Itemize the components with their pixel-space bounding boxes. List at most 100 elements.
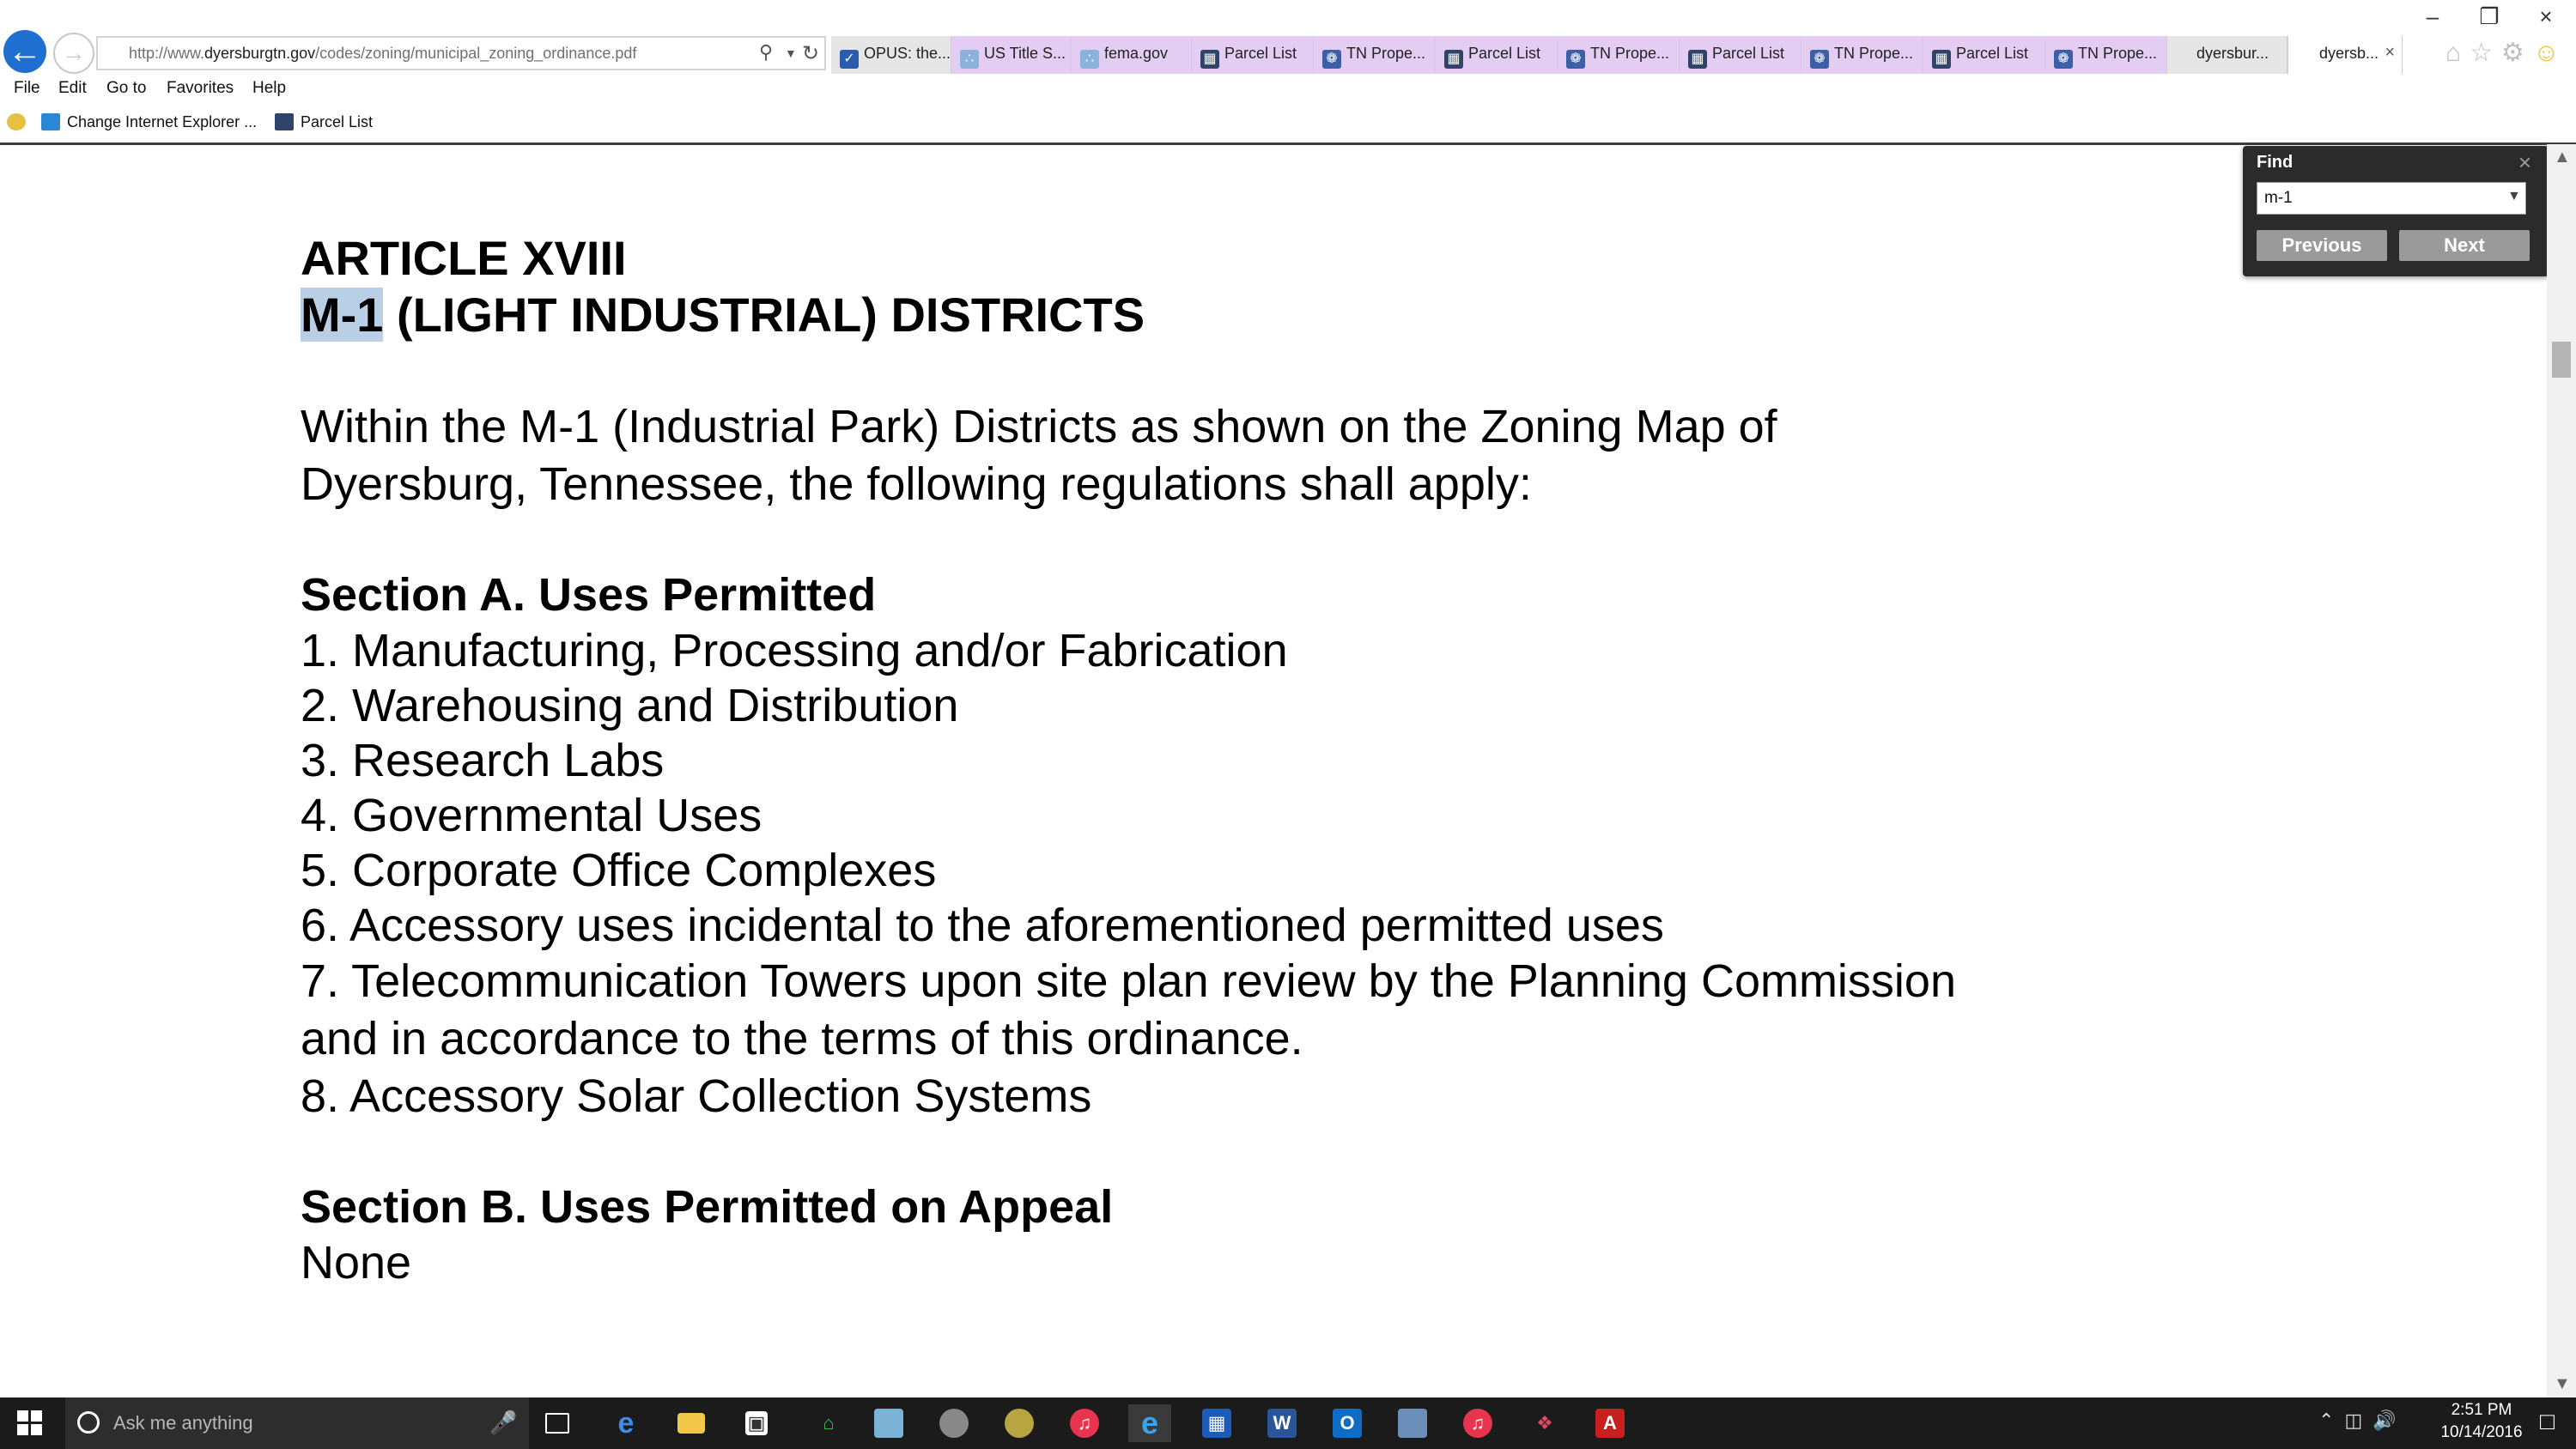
tab-label: Parcel List [1468,45,1541,62]
intro-line-2: Dyersburg, Tennessee, the following regu… [301,458,1532,510]
tab-label: US Title S... [984,45,1066,62]
find-panel: Find × ▼ Previous Next [2243,146,2549,276]
tab-parcel-list-4[interactable]: ▦ Parcel List [1923,36,2045,74]
menu-edit[interactable]: Edit [58,79,87,98]
globe-icon: ❁ [2054,50,2073,69]
star-icon[interactable]: ☆ [2470,39,2501,67]
restore-icon[interactable]: ❐ [2461,3,2518,30]
list-item: 8. Accessory Solar Collection Systems [301,1070,1092,1122]
word-icon[interactable]: W [1261,1404,1303,1442]
next-button[interactable]: Next [2399,230,2530,261]
district-heading: M-1 (LIGHT INDUSTRIAL) DISTRICTS [301,287,2533,343]
gear-icon[interactable]: ⚙ [2501,39,2533,67]
close-icon[interactable]: × [2518,149,2531,176]
tab-tn-property-2[interactable]: ❁ TN Prope... [1558,36,1680,74]
favorites-star-icon[interactable] [7,113,33,131]
window-close-icon[interactable]: × [2518,3,2574,30]
tab-tn-property-4[interactable]: ❁ TN Prope... [2045,36,2167,74]
vertical-scrollbar[interactable]: ▲ ▼ [2547,144,2576,1397]
tab-label: TN Prope... [2078,45,2158,62]
tab-dyersburg-active[interactable]: dyersb... × [2287,36,2403,74]
volume-icon[interactable]: 🔊 [2372,1410,2406,1431]
acrobat-icon[interactable]: A [1589,1404,1631,1442]
tab-label: Parcel List [1956,45,2029,62]
toolbar-icons: ⌂☆⚙☺ [2445,38,2568,68]
ribbon-app-icon[interactable]: ❖ [1523,1404,1566,1442]
tab-tn-property-1[interactable]: ❁ TN Prope... [1314,36,1436,74]
tab-us-title[interactable]: ∴ US Title S... [951,36,1072,74]
close-icon[interactable]: × [2385,43,2395,63]
notifications-icon[interactable]: □ [2540,1408,2555,1435]
world-app-icon[interactable] [998,1404,1041,1442]
microphone-icon[interactable]: 🎤 [489,1410,517,1436]
section-a-heading: Section A. Uses Permitted [301,569,877,621]
task-view-icon[interactable] [536,1404,579,1442]
district-heading-rest: (LIGHT INDUSTRIAL) DISTRICTS [383,288,1145,342]
smiley-icon[interactable]: ☺ [2533,39,2568,67]
tab-dyersburg-1[interactable]: dyersbur... [2167,36,2287,74]
window-app-icon[interactable] [1391,1404,1434,1442]
address-bar[interactable]: http://www.dyersburgtn.gov/codes/zoning/… [96,36,826,70]
network-icon[interactable]: ◫ [2344,1410,2372,1431]
tab-parcel-list-1[interactable]: ▦ Parcel List [1192,36,1314,74]
calculator-icon[interactable]: ▦ [1195,1404,1238,1442]
file-explorer-icon[interactable] [670,1404,713,1442]
previous-button[interactable]: Previous [2257,230,2387,261]
url-text[interactable]: http://www.dyersburgtn.gov/codes/zoning/… [129,45,636,63]
edge-icon[interactable]: e [605,1404,647,1442]
globe-icon: ❁ [1322,50,1341,69]
list-item: 4. Governmental Uses [301,790,762,841]
windows-start-icon[interactable] [17,1410,43,1436]
music-app-icon[interactable]: ♫ [1063,1404,1106,1442]
grid-icon: ▦ [1932,50,1951,69]
map-app-icon[interactable] [867,1404,910,1442]
tab-opus[interactable]: ✓ OPUS: the... [831,36,951,74]
clock-date[interactable]: 10/14/2016 [2430,1423,2533,1442]
chevron-down-icon[interactable]: ▼ [2507,189,2521,204]
find-input[interactable] [2257,182,2526,215]
favorite-parcel-list[interactable]: Parcel List [275,113,373,131]
favorite-change-ie[interactable]: Change Internet Explorer ... [41,113,257,131]
itunes-icon[interactable]: ♫ [1456,1404,1499,1442]
internet-explorer-icon[interactable]: e [1128,1404,1171,1442]
cortana-search-box[interactable]: Ask me anything 🎤 [65,1397,529,1449]
menu-file[interactable]: File [14,79,40,98]
menu-bar: File Edit Go to Favorites Help [0,74,2576,106]
chevron-down-icon[interactable]: ▼ [785,46,797,60]
tab-label: dyersbur... [2196,45,2269,62]
menu-favorites[interactable]: Favorites [167,79,234,98]
minimize-icon[interactable]: – [2404,3,2461,30]
grid-icon: ▦ [1444,50,1463,69]
home-icon[interactable]: ⌂ [2445,39,2470,67]
tab-parcel-list-3[interactable]: ▦ Parcel List [1680,36,1801,74]
outlook-icon[interactable]: O [1326,1404,1369,1442]
windows-icon [41,113,60,130]
tab-label: OPUS: the... [864,45,951,62]
app-icon[interactable]: ⌂ [807,1404,850,1442]
menu-help[interactable]: Help [252,79,286,98]
chevron-up-icon[interactable]: ⌃ [2318,1410,2344,1431]
back-button[interactable]: ← [3,30,46,73]
shield-icon: ✓ [840,50,859,69]
tab-parcel-list-2[interactable]: ▦ Parcel List [1436,36,1558,74]
tab-fema[interactable]: ∴ fema.gov [1072,36,1192,74]
url-domain: dyersburgtn.gov [204,45,316,62]
scroll-up-icon[interactable]: ▲ [2554,148,2571,167]
tab-label: dyersb... [2319,45,2379,62]
store-icon[interactable]: ▣ [735,1404,778,1442]
list-item: 3. Research Labs [301,735,665,786]
favorite-label: Parcel List [301,113,374,130]
tab-label: fema.gov [1104,45,1169,62]
globe-app-icon[interactable] [933,1404,975,1442]
scroll-down-icon[interactable]: ▼ [2554,1374,2571,1394]
forward-button[interactable]: → [53,33,94,74]
document-icon: ∴ [960,50,979,69]
menu-goto[interactable]: Go to [106,79,146,98]
clock-time[interactable]: 2:51 PM [2430,1401,2533,1420]
refresh-icon[interactable]: ↻ [802,41,819,66]
tab-tn-property-3[interactable]: ❁ TN Prope... [1801,36,1923,74]
tab-label: TN Prope... [1590,45,1670,62]
scroll-thumb[interactable] [2552,342,2571,378]
search-icon[interactable]: ⚲ [759,41,773,64]
section-b-heading: Section B. Uses Permitted on Appeal [301,1181,1114,1233]
